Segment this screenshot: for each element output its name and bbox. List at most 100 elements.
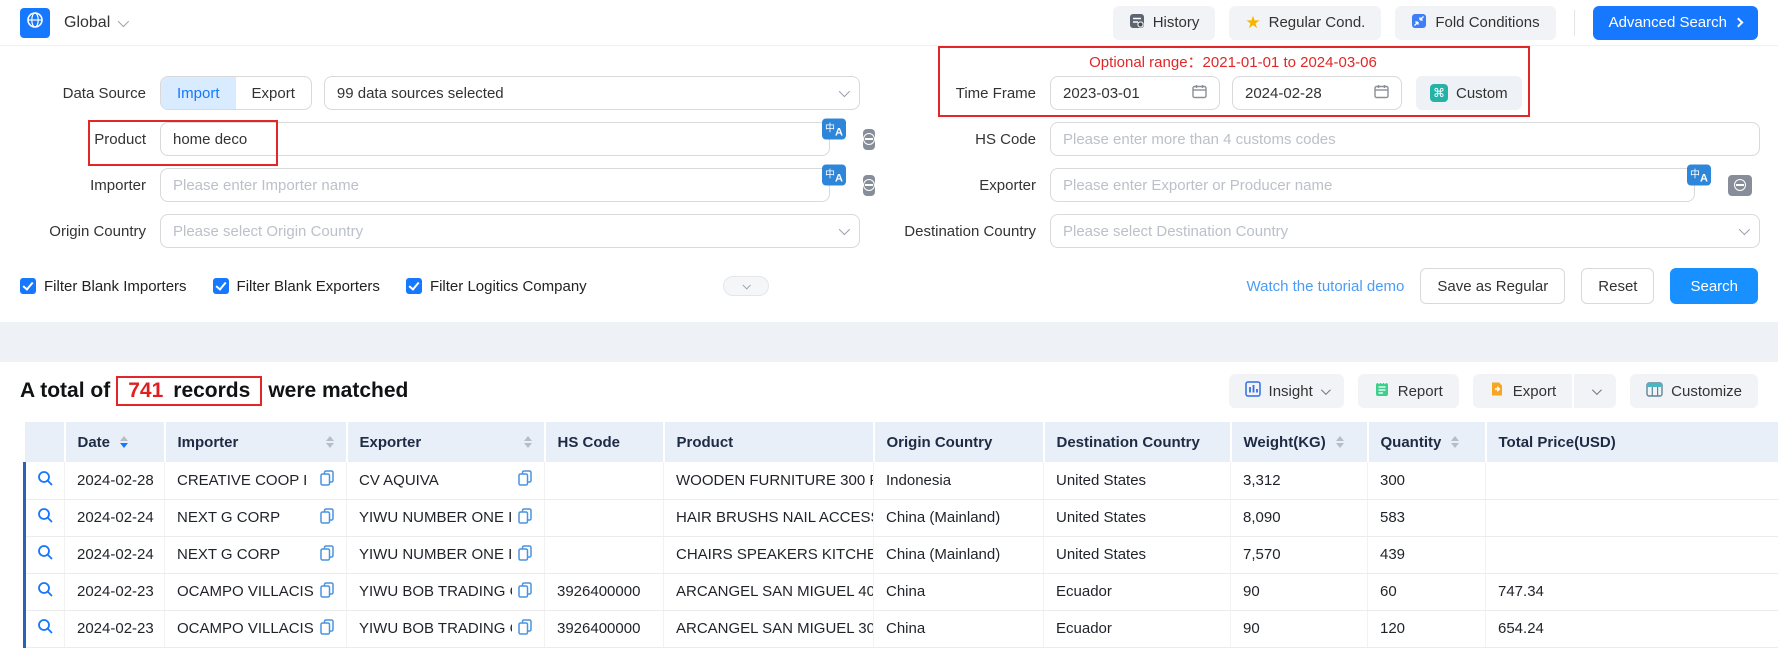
col-exporter[interactable]: Exporter [347, 422, 545, 462]
origin-cell: China [874, 573, 1044, 610]
date-cell: 2024-02-23 [65, 610, 165, 647]
filter-blank-importers-checkbox[interactable]: Filter Blank Importers [20, 278, 187, 295]
copy-icon[interactable] [518, 619, 532, 639]
exporter-input[interactable] [1050, 168, 1695, 202]
hs-code-cell: 3926400000 [545, 573, 664, 610]
history-button[interactable]: History [1113, 6, 1216, 40]
insight-button[interactable]: Insight [1229, 374, 1344, 408]
filter-blank-exporters-checkbox[interactable]: Filter Blank Exporters [213, 278, 380, 295]
copy-icon[interactable] [320, 470, 334, 490]
filter-label: Filter Blank Exporters [237, 278, 380, 295]
table-row: 2024-02-28 CREATIVE COOP I CV AQUIVA WOO… [25, 462, 1778, 499]
form-row-parties: Importer 中 A Exporter 中 A [0, 168, 1778, 202]
copy-icon[interactable] [518, 470, 532, 490]
product-input[interactable] [160, 122, 830, 156]
regular-cond-button[interactable]: ★ Regular Cond. [1229, 6, 1381, 40]
export-options-button[interactable] [1574, 374, 1616, 408]
chevron-right-icon [1734, 18, 1744, 28]
product-label: Product [0, 131, 160, 148]
region-selector[interactable]: Global [64, 14, 126, 32]
importer-cell: OCAMPO VILLACIS [165, 573, 347, 610]
sort-icon[interactable] [524, 436, 532, 448]
magnifier-icon[interactable] [37, 585, 54, 602]
export-button[interactable]: Export [1473, 374, 1572, 408]
exclude-filter-icon[interactable] [1728, 175, 1752, 196]
origin-country-select[interactable]: Please select Origin Country [160, 214, 860, 248]
importer-input[interactable] [160, 168, 830, 202]
quantity-cell: 300 [1368, 462, 1486, 499]
form-row-datasource: Data Source Import Export 99 data source… [0, 76, 1778, 110]
sort-icon[interactable] [120, 436, 128, 448]
quantity-cell: 120 [1368, 610, 1486, 647]
fold-conditions-button[interactable]: Fold Conditions [1395, 6, 1555, 40]
magnifier-icon[interactable] [37, 548, 54, 565]
collapse-conditions-button[interactable] [723, 276, 769, 296]
tab-import[interactable]: Import [161, 77, 236, 109]
importer-cell: NEXT G CORP [165, 536, 347, 573]
col-product: Product [664, 422, 874, 462]
copy-icon[interactable] [518, 508, 532, 528]
start-date-input[interactable]: 2023-03-01 [1050, 76, 1220, 110]
insight-icon [1245, 381, 1261, 401]
tutorial-link[interactable]: Watch the tutorial demo [1247, 278, 1405, 295]
filter-label: Filter Blank Importers [44, 278, 187, 295]
table-row: 2024-02-23 OCAMPO VILLACIS YIWU BOB TRAD… [25, 610, 1778, 647]
sort-icon[interactable] [326, 436, 334, 448]
importer-cell: OCAMPO VILLACIS [165, 610, 347, 647]
detail-cell[interactable] [25, 499, 65, 536]
search-button[interactable]: Search [1670, 268, 1758, 304]
col-date[interactable]: Date [65, 422, 165, 462]
data-sources-select[interactable]: 99 data sources selected [324, 76, 860, 110]
magnifier-icon[interactable] [37, 474, 54, 491]
translate-icon[interactable]: 中 A [822, 118, 846, 139]
quantity-cell: 60 [1368, 573, 1486, 610]
copy-icon[interactable] [518, 545, 532, 565]
table-header-row: Date Importer Exporter HS Code Product O… [25, 422, 1778, 462]
copy-icon[interactable] [320, 619, 334, 639]
col-weight[interactable]: Weight(KG) [1231, 422, 1368, 462]
records-unit: records [173, 379, 250, 403]
customize-label: Customize [1671, 383, 1742, 400]
hs-code-input[interactable] [1050, 122, 1760, 156]
copy-icon[interactable] [320, 582, 334, 602]
destination-country-select[interactable]: Please select Destination Country [1050, 214, 1760, 248]
records-count: 741 [128, 379, 163, 403]
copy-icon[interactable] [320, 545, 334, 565]
reset-button[interactable]: Reset [1581, 268, 1654, 304]
translate-icon[interactable]: 中 A [822, 164, 846, 185]
copy-icon[interactable] [518, 582, 532, 602]
origin-country-placeholder: Please select Origin Country [173, 223, 363, 240]
sort-icon[interactable] [1336, 436, 1344, 448]
col-importer[interactable]: Importer [165, 422, 347, 462]
importer-cell: CREATIVE COOP I [165, 462, 347, 499]
save-as-regular-button[interactable]: Save as Regular [1420, 268, 1565, 304]
copy-icon[interactable] [320, 508, 334, 528]
magnifier-icon[interactable] [37, 622, 54, 639]
detail-cell[interactable] [25, 573, 65, 610]
col-quantity[interactable]: Quantity [1368, 422, 1486, 462]
tab-export[interactable]: Export [236, 77, 311, 109]
app-logo [20, 8, 50, 38]
destination-cell: Ecuador [1044, 573, 1231, 610]
report-label: Report [1398, 383, 1443, 400]
detail-cell[interactable] [25, 536, 65, 573]
magnifier-icon[interactable] [37, 511, 54, 528]
detail-cell[interactable] [25, 462, 65, 499]
custom-range-button[interactable]: ⌘ Custom [1416, 76, 1522, 110]
advanced-search-button[interactable]: Advanced Search [1593, 6, 1758, 40]
report-icon [1374, 381, 1390, 401]
destination-country-label: Destination Country [860, 223, 1050, 240]
customize-button[interactable]: Customize [1630, 374, 1758, 408]
quantity-cell: 439 [1368, 536, 1486, 573]
destination-cell: United States [1044, 536, 1231, 573]
filter-logistics-company-checkbox[interactable]: Filter Logitics Company [406, 278, 587, 295]
custom-range-label: Custom [1456, 85, 1508, 102]
report-button[interactable]: Report [1358, 374, 1459, 408]
end-date-input[interactable]: 2024-02-28 [1232, 76, 1402, 110]
detail-cell[interactable] [25, 610, 65, 647]
origin-country-label: Origin Country [0, 223, 160, 240]
chevron-down-icon [118, 15, 129, 26]
sort-icon[interactable] [1451, 436, 1459, 448]
translate-icon[interactable]: 中 A [1687, 164, 1711, 185]
hs-code-cell: 3926400000 [545, 610, 664, 647]
